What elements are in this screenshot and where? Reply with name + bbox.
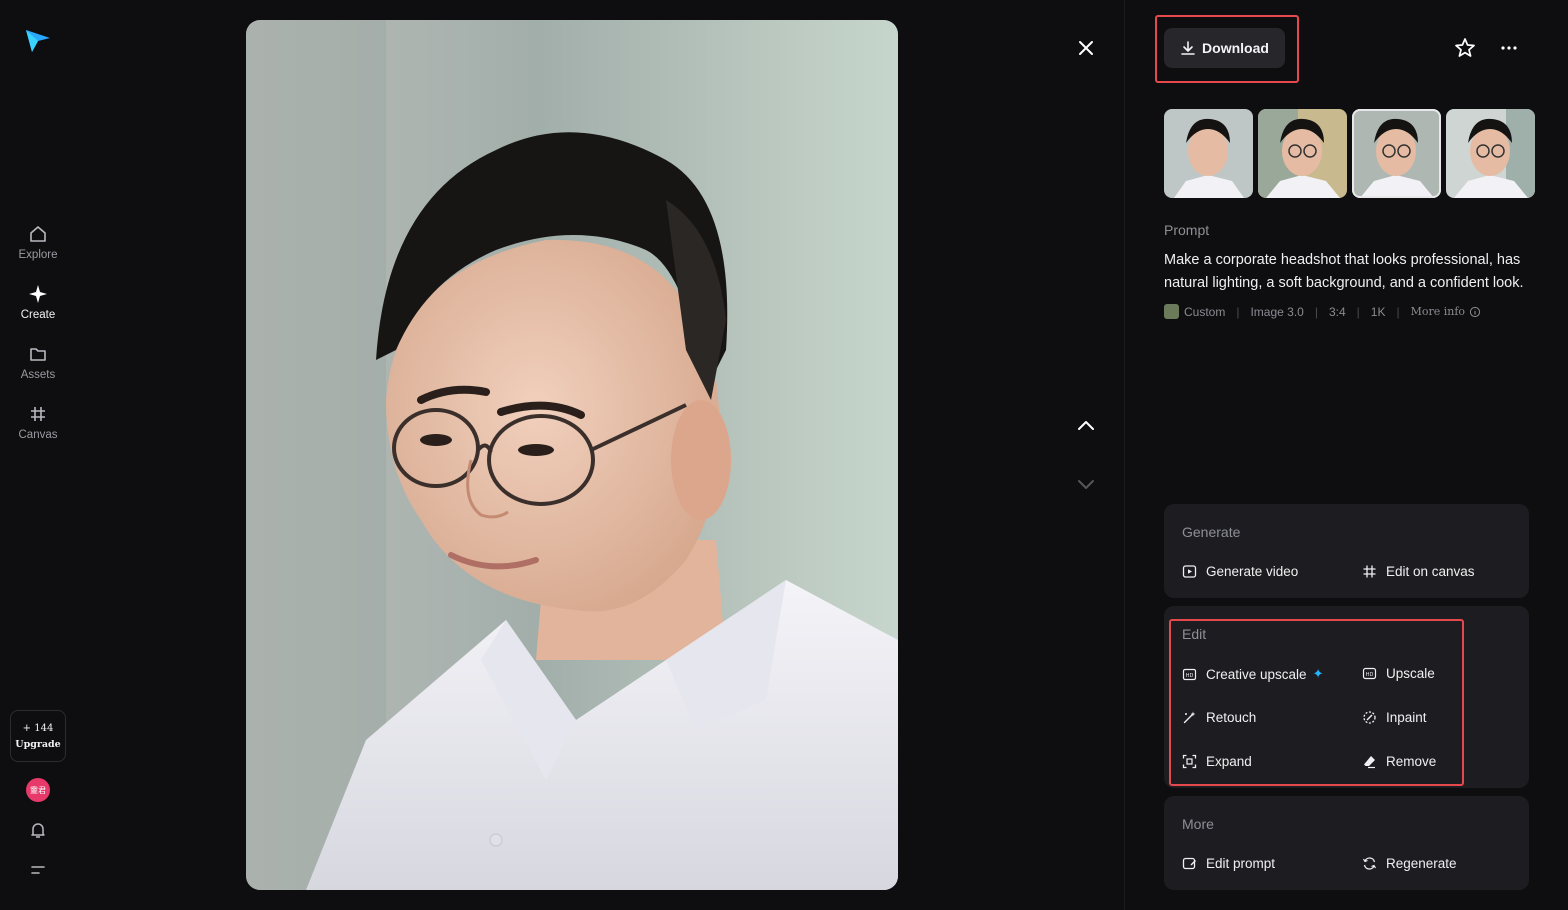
meta-resolution: 1K <box>1370 304 1386 319</box>
meta-separator: | <box>1314 304 1318 319</box>
edit-prompt-icon <box>1182 856 1197 871</box>
more-info-link[interactable]: More info <box>1411 305 1465 318</box>
sidebar-item-create[interactable]: Create <box>0 283 76 321</box>
bell-icon[interactable] <box>28 820 48 840</box>
app-logo-icon[interactable] <box>24 26 52 54</box>
chevron-down-icon[interactable] <box>1074 472 1098 496</box>
thumbnail-4[interactable] <box>1446 109 1535 198</box>
regenerate-icon <box>1362 856 1377 871</box>
generate-card: Generate Generate video Edit on canvas <box>1164 504 1529 598</box>
more-options-icon[interactable] <box>1497 36 1521 60</box>
sidebar-item-label: Create <box>20 309 56 321</box>
sidebar-item-label: Canvas <box>18 429 58 441</box>
image-meta: Custom | Image 3.0 | 3:4 | 1K | More inf… <box>1164 304 1481 319</box>
edit-on-canvas-button[interactable]: Edit on canvas <box>1362 564 1475 579</box>
more-title: More <box>1182 816 1214 832</box>
panel-divider <box>1124 0 1125 910</box>
regenerate-button[interactable]: Regenerate <box>1362 856 1457 871</box>
meta-style: Custom <box>1184 304 1226 319</box>
chevron-up-icon[interactable] <box>1074 414 1098 438</box>
credits-count: + 144 <box>22 722 54 734</box>
meta-separator: | <box>1396 304 1400 319</box>
sidebar-item-assets[interactable]: Assets <box>0 343 76 381</box>
style-avatar-icon <box>1164 304 1179 319</box>
edit-on-canvas-label: Edit on canvas <box>1386 564 1475 579</box>
download-label: Download <box>1202 40 1269 56</box>
sidebar-item-label: Assets <box>20 369 56 381</box>
edit-prompt-button[interactable]: Edit prompt <box>1182 856 1275 871</box>
star-icon[interactable] <box>1453 36 1477 60</box>
canvas-icon <box>27 403 49 425</box>
generate-video-label: Generate video <box>1206 564 1299 579</box>
folder-icon <box>27 343 49 365</box>
thumbnail-strip <box>1164 109 1535 198</box>
thumbnail-3[interactable] <box>1352 109 1441 198</box>
main-image <box>246 20 898 890</box>
download-button[interactable]: Download <box>1164 28 1285 68</box>
meta-model: Image 3.0 <box>1250 304 1304 319</box>
sidebar-item-canvas[interactable]: Canvas <box>0 403 76 441</box>
sidebar-item-explore[interactable]: Explore <box>0 223 76 261</box>
upgrade-label: Upgrade <box>15 738 61 750</box>
close-icon[interactable] <box>1074 36 1098 60</box>
sidebar-item-label: Explore <box>18 249 58 261</box>
meta-separator: | <box>1236 304 1240 319</box>
prompt-label: Prompt <box>1164 222 1210 238</box>
regenerate-label: Regenerate <box>1386 856 1457 871</box>
prompt-text: Make a corporate headshot that looks pro… <box>1164 252 1524 291</box>
download-icon <box>1181 41 1195 55</box>
sparkle-icon <box>27 283 49 305</box>
canvas-icon <box>1362 564 1377 579</box>
thumbnail-1[interactable] <box>1164 109 1253 198</box>
edit-highlight-box <box>1169 619 1464 786</box>
upgrade-button[interactable]: + 144 Upgrade <box>10 710 66 762</box>
video-icon <box>1182 564 1197 579</box>
avatar[interactable]: 靈君 <box>26 778 50 802</box>
info-icon[interactable] <box>1469 306 1481 318</box>
menu-icon[interactable] <box>28 860 48 880</box>
home-icon <box>27 223 49 245</box>
left-sidebar: Explore Create Assets Canvas + 144 Upgra… <box>0 0 76 910</box>
thumbnail-2[interactable] <box>1258 109 1347 198</box>
generate-title: Generate <box>1182 524 1241 540</box>
generate-video-button[interactable]: Generate video <box>1182 564 1298 579</box>
meta-ratio: 3:4 <box>1328 304 1346 319</box>
edit-prompt-label: Edit prompt <box>1206 856 1276 871</box>
more-card: More Edit prompt Regenerate <box>1164 796 1529 890</box>
meta-separator: | <box>1356 304 1360 319</box>
